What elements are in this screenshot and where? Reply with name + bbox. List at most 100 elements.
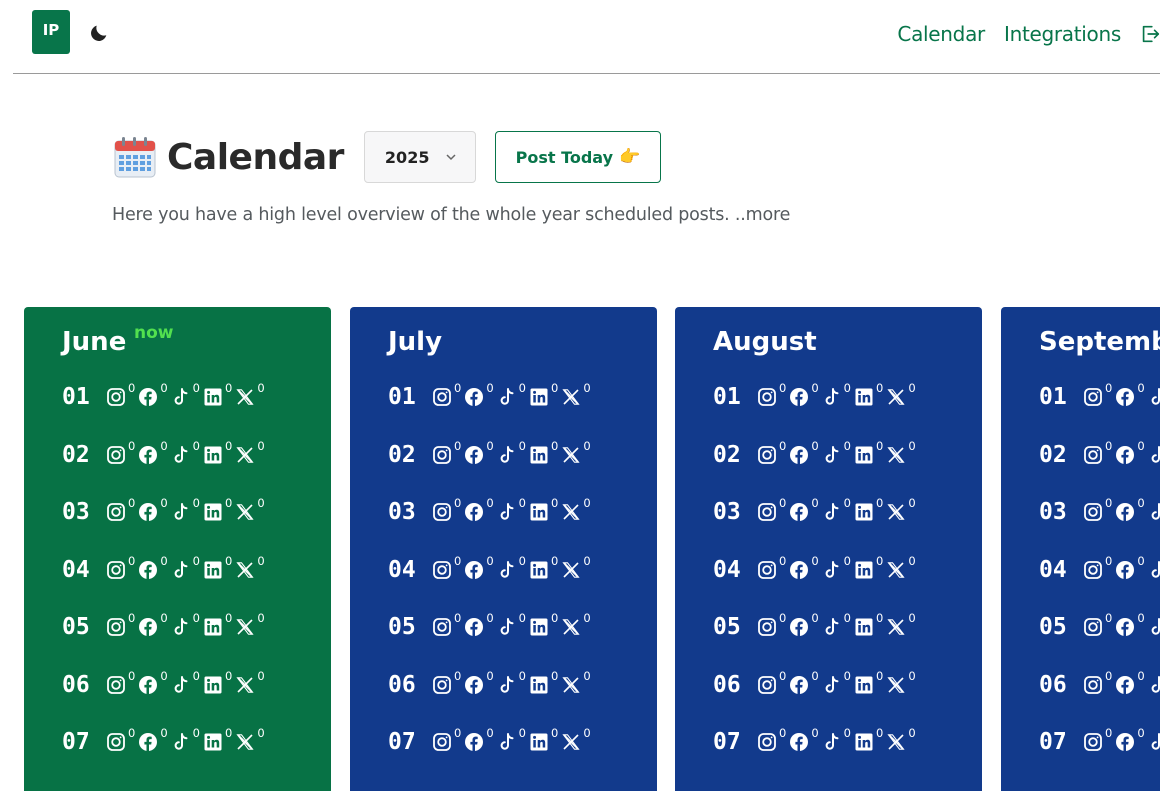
instagram-post-count[interactable]: 0 [1083, 381, 1115, 407]
linkedin-post-count[interactable]: 0 [854, 439, 886, 465]
linkedin-post-count[interactable]: 0 [203, 669, 235, 695]
facebook-post-count[interactable]: 0 [789, 554, 821, 580]
linkedin-post-count[interactable]: 0 [854, 611, 886, 637]
facebook-post-count[interactable]: 0 [464, 439, 496, 465]
tiktok-post-count[interactable]: 0 [497, 554, 529, 580]
tiktok-post-count[interactable]: 0 [497, 611, 529, 637]
tiktok-post-count[interactable]: 0 [171, 611, 203, 637]
facebook-post-count[interactable]: 0 [1115, 669, 1147, 695]
x-post-count[interactable]: 0 [886, 554, 918, 580]
day-row[interactable]: 0400000 [1039, 554, 1160, 585]
instagram-post-count[interactable]: 0 [106, 496, 138, 522]
x-post-count[interactable]: 0 [561, 554, 593, 580]
tiktok-post-count[interactable]: 0 [822, 669, 854, 695]
facebook-post-count[interactable]: 0 [464, 669, 496, 695]
x-post-count[interactable]: 0 [235, 726, 267, 752]
linkedin-post-count[interactable]: 0 [529, 726, 561, 752]
x-post-count[interactable]: 0 [886, 496, 918, 522]
facebook-post-count[interactable]: 0 [464, 554, 496, 580]
day-row[interactable]: 0600000 [62, 669, 268, 700]
day-row[interactable]: 07 0 0 0 0 0 [62, 726, 268, 757]
tiktok-post-count[interactable]: 0 [822, 726, 854, 752]
facebook-post-count[interactable]: 0 [464, 381, 496, 407]
instagram-post-count[interactable]: 0 [432, 496, 464, 522]
day-row[interactable]: 0300000 [62, 496, 268, 527]
instagram-post-count[interactable]: 0 [1083, 496, 1115, 522]
day-row[interactable]: 0400000 [388, 554, 594, 585]
linkedin-post-count[interactable]: 0 [203, 496, 235, 522]
tiktok-post-count[interactable]: 0 [497, 726, 529, 752]
linkedin-post-count[interactable]: 0 [854, 726, 886, 752]
linkedin-post-count[interactable]: 0 [529, 496, 561, 522]
day-row[interactable]: 0200000 [388, 439, 594, 470]
facebook-post-count[interactable]: 0 [138, 669, 170, 695]
linkedin-post-count[interactable]: 0 [854, 381, 886, 407]
x-post-count[interactable]: 0 [235, 496, 267, 522]
tiktok-post-count[interactable]: 0 [822, 496, 854, 522]
instagram-post-count[interactable]: 0 [432, 726, 464, 752]
tiktok-post-count[interactable]: 0 [1148, 560, 1160, 580]
instagram-post-count[interactable]: 0 [1083, 611, 1115, 637]
tiktok-post-count[interactable]: 0 [822, 611, 854, 637]
x-post-count[interactable]: 0 [561, 381, 593, 407]
day-row[interactable]: 0300000 [713, 496, 919, 527]
day-row[interactable]: 01 0 0 0 0 0 [388, 381, 594, 412]
day-row[interactable]: 07 0 0 0 0 0 [713, 726, 919, 757]
day-row[interactable]: 0200000 [1039, 439, 1160, 470]
instagram-post-count[interactable]: 0 [1083, 554, 1115, 580]
instagram-post-count[interactable]: 0 [757, 381, 789, 407]
facebook-post-count[interactable]: 0 [1115, 726, 1147, 752]
tiktok-post-count[interactable]: 0 [171, 669, 203, 695]
day-row[interactable]: 0400000 [62, 554, 268, 585]
moon-icon[interactable] [88, 22, 110, 44]
facebook-post-count[interactable]: 0 [789, 669, 821, 695]
facebook-post-count[interactable]: 0 [789, 726, 821, 752]
facebook-post-count[interactable]: 0 [1115, 611, 1147, 637]
tiktok-post-count[interactable]: 0 [497, 496, 529, 522]
tiktok-post-count[interactable]: 0 [171, 554, 203, 580]
app-logo[interactable]: IP [32, 10, 70, 54]
facebook-post-count[interactable]: 0 [138, 726, 170, 752]
tiktok-post-count[interactable]: 0 [822, 554, 854, 580]
linkedin-post-count[interactable]: 0 [529, 439, 561, 465]
nav-link-calendar[interactable]: Calendar [897, 22, 985, 46]
x-post-count[interactable]: 0 [886, 439, 918, 465]
tiktok-post-count[interactable]: 0 [171, 381, 203, 407]
linkedin-post-count[interactable]: 0 [529, 381, 561, 407]
day-row[interactable]: 01 0 0 0 0 0 [713, 381, 919, 412]
tiktok-post-count[interactable]: 0 [171, 496, 203, 522]
instagram-post-count[interactable]: 0 [432, 554, 464, 580]
facebook-post-count[interactable]: 0 [138, 611, 170, 637]
instagram-post-count[interactable]: 0 [432, 611, 464, 637]
day-row[interactable]: 07 0 0 0 0 0 [388, 726, 594, 757]
instagram-post-count[interactable]: 0 [106, 381, 138, 407]
tiktok-post-count[interactable]: 0 [1148, 732, 1160, 752]
x-post-count[interactable]: 0 [886, 611, 918, 637]
tiktok-post-count[interactable]: 0 [1148, 675, 1160, 695]
linkedin-post-count[interactable]: 0 [529, 611, 561, 637]
x-post-count[interactable]: 0 [235, 554, 267, 580]
day-row[interactable]: 05 0 0 0 0 0 [388, 611, 594, 642]
tiktok-post-count[interactable]: 0 [1148, 445, 1160, 465]
x-post-count[interactable]: 0 [886, 726, 918, 752]
year-select[interactable]: 2025 [363, 131, 476, 183]
tiktok-post-count[interactable]: 0 [822, 439, 854, 465]
facebook-post-count[interactable]: 0 [138, 554, 170, 580]
linkedin-post-count[interactable]: 0 [854, 554, 886, 580]
instagram-post-count[interactable]: 0 [432, 439, 464, 465]
linkedin-post-count[interactable]: 0 [203, 439, 235, 465]
day-row[interactable]: 0400000 [713, 554, 919, 585]
tiktok-post-count[interactable]: 0 [1148, 617, 1160, 637]
day-row[interactable]: 0600000 [1039, 669, 1160, 700]
nav-link-integrations[interactable]: Integrations [1004, 22, 1121, 46]
day-row[interactable]: 0600000 [388, 669, 594, 700]
linkedin-post-count[interactable]: 0 [529, 554, 561, 580]
facebook-post-count[interactable]: 0 [789, 496, 821, 522]
instagram-post-count[interactable]: 0 [757, 554, 789, 580]
instagram-post-count[interactable]: 0 [432, 669, 464, 695]
instagram-post-count[interactable]: 0 [757, 439, 789, 465]
x-post-count[interactable]: 0 [235, 381, 267, 407]
tiktok-post-count[interactable]: 0 [822, 381, 854, 407]
day-row[interactable]: 0300000 [1039, 496, 1160, 527]
instagram-post-count[interactable]: 0 [1083, 726, 1115, 752]
